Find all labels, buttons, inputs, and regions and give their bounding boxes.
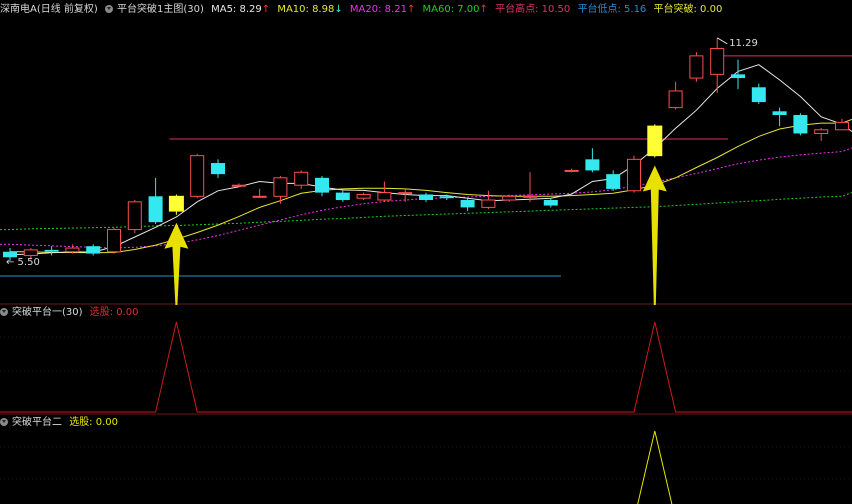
low-price-label: ← 5.50 [6, 257, 40, 268]
candle [168, 194, 184, 215]
candle-body [356, 193, 371, 199]
candle-body [772, 111, 787, 115]
candle [211, 159, 225, 178]
candle-body [502, 195, 517, 201]
candle-body [127, 201, 142, 231]
candle [751, 83, 766, 104]
indicator1-line [0, 321, 852, 413]
candle [523, 172, 537, 202]
candle [668, 81, 683, 110]
candle [127, 200, 142, 234]
candle [627, 155, 641, 193]
candle-body [710, 47, 725, 75]
candle [460, 198, 475, 212]
candle-body [315, 177, 329, 193]
candle-body [543, 200, 558, 206]
candle [148, 177, 163, 225]
candle [86, 244, 101, 256]
grid-lines [0, 303, 852, 480]
candle [335, 190, 350, 202]
candle-body [523, 195, 537, 198]
indicator2-line [637, 430, 673, 504]
candle-body [564, 169, 579, 172]
candle-body [398, 192, 413, 195]
candle-body [148, 196, 163, 223]
indicator2-panel [637, 430, 673, 504]
candle-body-signal [647, 125, 663, 157]
candle [647, 124, 663, 158]
platform-levels [0, 55, 852, 277]
candle [606, 170, 621, 191]
candle [835, 118, 849, 131]
stock-chart-canvas: 11.29 ← 5.50 [0, 37, 852, 504]
candle-body [731, 74, 745, 79]
candle [294, 170, 309, 189]
candle [315, 175, 329, 197]
candle-body [419, 194, 433, 200]
candle-body [190, 155, 205, 197]
breakout-arrow [164, 222, 189, 305]
candle-body [835, 121, 849, 131]
candle [772, 107, 787, 127]
candle-body [585, 159, 600, 171]
candle [252, 188, 267, 199]
candle [814, 127, 829, 141]
candle-body [273, 177, 288, 197]
candle [44, 246, 59, 256]
candle-body [65, 247, 80, 253]
candle-body [252, 195, 267, 198]
candle-body [606, 174, 621, 189]
candle [585, 148, 600, 173]
candle [65, 244, 80, 254]
candle [731, 59, 745, 90]
candle-body [751, 87, 766, 103]
candle [356, 192, 371, 200]
candle [564, 168, 579, 173]
candle-body [668, 90, 683, 109]
candle-body [294, 171, 309, 186]
candle [793, 113, 808, 136]
candle-body-signal [168, 195, 184, 212]
candle [543, 198, 558, 208]
candle-body [335, 192, 350, 200]
candle-body [793, 115, 808, 134]
indicator1-panel [0, 321, 852, 413]
candle-body [86, 246, 101, 254]
candle [419, 192, 433, 202]
candle-body [689, 55, 704, 79]
candle-body [627, 158, 641, 192]
high-price-label: 11.29 [729, 38, 758, 49]
candle-body [377, 192, 392, 201]
candle [481, 190, 496, 210]
candle-body [231, 184, 246, 187]
candle-body [23, 249, 38, 256]
candle-body [107, 229, 121, 253]
candle [107, 227, 121, 254]
candle-body [44, 249, 59, 252]
candle [231, 183, 246, 188]
candle-body [460, 200, 475, 208]
candle-body [439, 196, 454, 199]
candle-body [481, 199, 496, 208]
candles [3, 37, 849, 261]
candle [190, 153, 205, 199]
high-label-pointer [716, 37, 728, 45]
breakout-arrow [642, 165, 667, 305]
candle-body [814, 129, 829, 134]
candle [689, 52, 704, 82]
candle-body [211, 163, 225, 175]
